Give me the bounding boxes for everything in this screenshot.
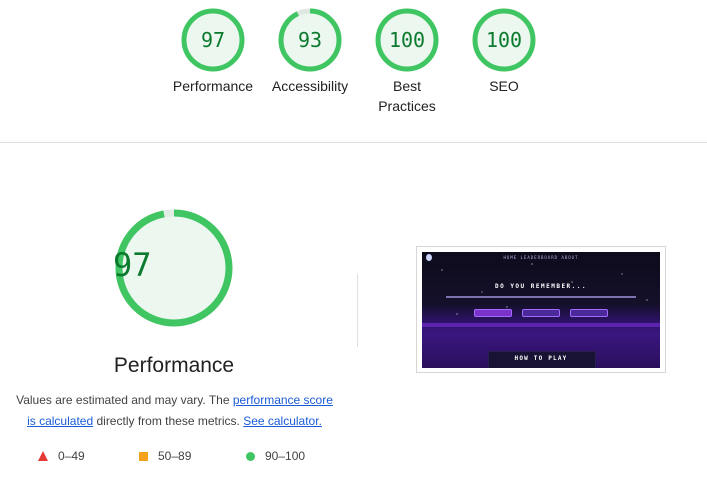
- square-icon: [139, 451, 148, 461]
- performance-title: Performance: [113, 354, 235, 377]
- gauge-best-practices[interactable]: 100: [374, 7, 440, 73]
- circle-icon: [246, 451, 255, 461]
- performance-score: 97: [113, 246, 152, 284]
- section-divider: [0, 142, 707, 143]
- triangle-icon: [38, 451, 48, 461]
- site-band: [422, 323, 660, 327]
- legend-range: 50–89: [158, 449, 192, 463]
- site-nav: HOME LEADERBOARD ABOUT: [503, 255, 579, 260]
- performance-description: Values are estimated and may vary. The p…: [12, 390, 337, 432]
- gauge-label-seo: SEO: [489, 78, 519, 94]
- gauge-accessibility[interactable]: 93: [277, 7, 343, 73]
- site-buttons: [422, 309, 660, 317]
- gauge-score: 100: [388, 28, 426, 52]
- see-calculator-link[interactable]: See calculator.: [243, 414, 322, 428]
- gauge-score: 97: [200, 28, 226, 52]
- gauge-label-accessibility: Accessibility: [271, 78, 349, 94]
- screenshot-image: HOME LEADERBOARD ABOUT DO YOU REMEMBER..…: [422, 252, 660, 368]
- gauge-score: 100: [485, 28, 523, 52]
- gauge-label-performance: Performance: [172, 78, 254, 94]
- description-prefix: Values are estimated and may vary. The: [16, 393, 233, 407]
- legend-range: 90–100: [265, 449, 306, 463]
- performance-gauge: 97: [113, 207, 235, 329]
- legend-pass: 90–100: [246, 448, 305, 464]
- gauge-seo[interactable]: 100: [471, 7, 537, 73]
- legend-fail: 0–49: [38, 448, 85, 464]
- site-button: [474, 309, 512, 317]
- site-heading: DO YOU REMEMBER...: [494, 283, 588, 290]
- site-button: [570, 309, 608, 317]
- site-button: [522, 309, 560, 317]
- vertical-divider: [357, 274, 358, 347]
- site-subheading: HOW TO PLAY: [514, 355, 568, 362]
- description-middle: directly from these metrics.: [93, 414, 244, 428]
- gauge-performance[interactable]: 97: [180, 7, 246, 73]
- final-screenshot[interactable]: HOME LEADERBOARD ABOUT DO YOU REMEMBER..…: [416, 246, 666, 373]
- legend-average: 50–89: [139, 448, 191, 464]
- legend-range: 0–49: [58, 449, 85, 463]
- gauge-score: 93: [297, 28, 323, 52]
- site-subtext: [446, 296, 636, 298]
- gauge-label-best-practices: Best Practices: [378, 78, 436, 114]
